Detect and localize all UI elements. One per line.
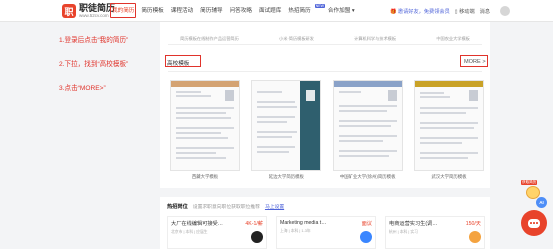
template-card[interactable]: 西藏大学模板 bbox=[170, 80, 240, 180]
mobile-link[interactable]: ▯ 移动端 bbox=[455, 8, 475, 15]
top-nav: 职 职徒简历 www.52cv.com 我的简历 简历模板 课程活动 简历辅导 … bbox=[0, 0, 553, 22]
company-logo bbox=[469, 231, 481, 243]
template-card[interactable]: 延边大学简历模板 bbox=[251, 80, 322, 180]
job-salary: 面议 bbox=[361, 221, 372, 227]
template-name[interactable]: 延边大学简历模板 bbox=[269, 174, 304, 180]
step-2: 2.下拉，找到“高校模板” bbox=[59, 61, 129, 68]
template-thumbnail[interactable] bbox=[170, 80, 240, 171]
company-logo bbox=[251, 231, 263, 243]
template-name[interactable]: 中国矿业大学(徐州)简历模板 bbox=[340, 174, 396, 180]
template-cards: 西藏大学模板 延边大学简历模板 中国矿业大学(徐州)简历模板 武汉大学简历模板 bbox=[170, 80, 484, 180]
template-name[interactable]: 武汉大学简历模板 bbox=[431, 174, 466, 180]
caption[interactable]: 中国农业大学模板 bbox=[436, 36, 470, 42]
hot-jobs-header: 热招岗位 设置求职意向职位获取职位推荐 马上设置 bbox=[167, 203, 284, 210]
more-link[interactable]: MORE > bbox=[464, 59, 486, 65]
job-salary: 4K-1/薪 bbox=[245, 221, 263, 227]
previous-template-captions: 简历模板在线制作产品运营简历 小米·简历模板研发 计算机科学与技术模板 中国农业… bbox=[160, 36, 490, 42]
divider bbox=[168, 44, 482, 45]
messages-link[interactable]: 消息 bbox=[480, 8, 490, 15]
step-3: 3.点击“MORE>” bbox=[59, 85, 106, 92]
nav-qa[interactable]: 问答攻略 bbox=[230, 6, 252, 14]
set-intent-link[interactable]: 马上设置 bbox=[265, 203, 284, 210]
template-card[interactable]: 中国矿业大学(徐州)简历模板 bbox=[332, 80, 403, 180]
main-content: 简历模板在线制作产品运营简历 小米·简历模板研发 计算机科学与技术模板 中国农业… bbox=[160, 22, 490, 249]
job-card[interactable]: 电商运营实习生(调… 150/天 杭州 | 本科 | 实习 bbox=[385, 216, 485, 249]
section-separator bbox=[160, 188, 490, 197]
step-1: 1.登录后点击“我的简历” bbox=[59, 37, 129, 44]
nav-interview[interactable]: 面试题库 bbox=[259, 6, 281, 14]
job-salary: 150/天 bbox=[465, 221, 481, 227]
nav-resume-coaching[interactable]: 简历辅导 bbox=[200, 6, 222, 14]
nav-partner[interactable]: 合作加盟 ▾ bbox=[328, 6, 355, 14]
nav-hot-resume[interactable]: 热招简历NEW bbox=[288, 4, 325, 14]
hot-jobs-desc: 设置求职意向职位获取职位推荐 bbox=[192, 205, 260, 210]
job-meta: 上海 | 本科 | 1-3年 bbox=[280, 229, 311, 233]
instruction-steps: 1.登录后点击“我的简历” 2.下拉，找到“高校模板” 3.点击“MORE>” bbox=[59, 34, 128, 106]
job-meta: 杭州 | 本科 | 实习 bbox=[389, 230, 418, 234]
nav-right: 🎁 邀请好友，免费领会员 ▯ 移动端 消息 bbox=[390, 6, 511, 16]
template-thumbnail[interactable] bbox=[251, 80, 322, 171]
chat-button[interactable] bbox=[521, 210, 547, 236]
avatar[interactable] bbox=[500, 6, 511, 16]
invite-link[interactable]: 🎁 邀请好友，免费领会员 bbox=[390, 8, 450, 15]
mascot-badge: 获取简历 bbox=[521, 180, 538, 185]
caption[interactable]: 简历模板在线制作产品运营简历 bbox=[180, 36, 239, 42]
company-logo bbox=[360, 231, 372, 243]
job-title: Marketing media t… bbox=[280, 220, 327, 226]
template-name[interactable]: 西藏大学模板 bbox=[192, 174, 218, 180]
template-thumbnail[interactable] bbox=[413, 80, 484, 171]
job-card[interactable]: 大厂在线编辑可接受… 4K-1/薪 北京市 | 本科 | 应届生 bbox=[167, 216, 267, 249]
job-list: 大厂在线编辑可接受… 4K-1/薪 北京市 | 本科 | 应届生 Marketi… bbox=[167, 216, 485, 249]
nav-my-resume[interactable]: 我的简历 bbox=[112, 6, 134, 14]
nav-resume-templates[interactable]: 简历模板 bbox=[141, 6, 163, 14]
logo[interactable]: 职 职徒简历 www.52cv.com bbox=[62, 3, 115, 19]
divider bbox=[168, 71, 482, 72]
new-badge: NEW bbox=[314, 4, 325, 8]
main-nav: 我的简历 简历模板 课程活动 简历辅导 问答攻略 面试题库 热招简历NEW 合作… bbox=[112, 4, 355, 14]
nav-courses[interactable]: 课程活动 bbox=[171, 6, 193, 14]
template-card[interactable]: 武汉大学简历模板 bbox=[413, 80, 484, 180]
page: 职 职徒简历 www.52cv.com 我的简历 简历模板 课程活动 简历辅导 … bbox=[0, 0, 553, 249]
job-card[interactable]: Marketing media t… 面议 上海 | 本科 | 1-3年 bbox=[276, 216, 376, 249]
caption[interactable]: 计算机科学与技术模板 bbox=[354, 36, 396, 42]
job-meta: 北京市 | 本科 | 应届生 bbox=[171, 230, 208, 234]
hot-jobs-title: 热招岗位 bbox=[167, 204, 188, 210]
ai-assistant-icon[interactable]: AI bbox=[536, 197, 547, 208]
logo-mark: 职 bbox=[62, 4, 76, 18]
template-thumbnail[interactable] bbox=[332, 80, 403, 171]
section-title: 高校模板 bbox=[167, 61, 190, 67]
chat-icon bbox=[528, 218, 540, 228]
caption[interactable]: 小米·简历模板研发 bbox=[279, 36, 314, 42]
